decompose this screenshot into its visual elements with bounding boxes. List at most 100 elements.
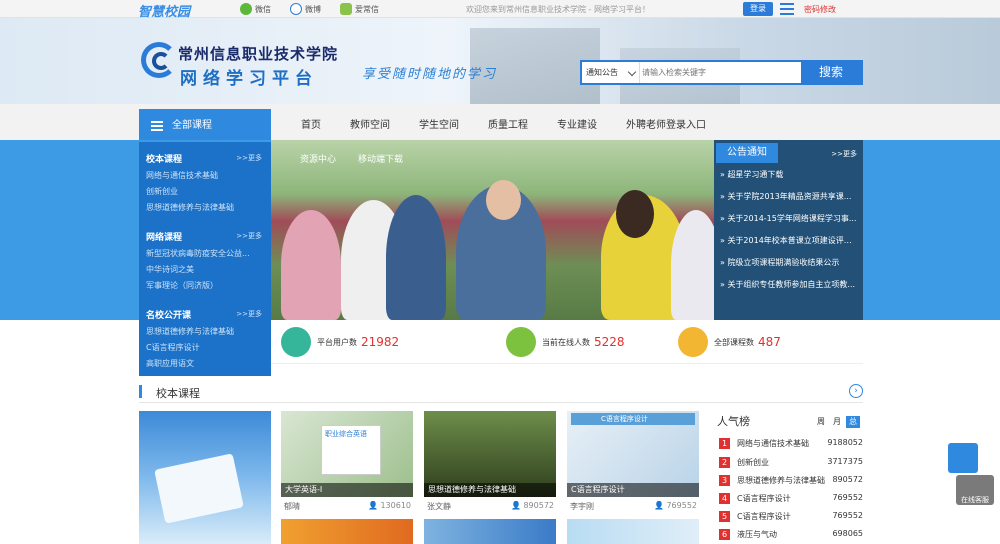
ranking-row[interactable]: 4 C语言程序设计 769552 — [719, 492, 863, 506]
notice-item[interactable]: » 院级立项课程期满验收结果公示 — [720, 257, 858, 268]
wechat-icon — [240, 3, 252, 15]
course-card[interactable]: C语言程序设计 C语言程序设计 李宇刚 👤 769552 — [567, 411, 699, 544]
chat-icon[interactable] — [948, 443, 978, 473]
sidebar-item[interactable]: 思想道德修养与法律基础 — [146, 202, 261, 213]
nav-student-space[interactable]: 学生空间 — [419, 116, 459, 131]
chevron-right-icon[interactable]: › — [849, 384, 863, 398]
sidebar-item[interactable]: 创新创业 — [146, 186, 261, 197]
slogan: 享受随时随地的学习 — [362, 67, 498, 82]
search-input[interactable] — [642, 64, 802, 81]
notice-header: 公告通知 >>更多 — [714, 143, 863, 163]
courses-icon — [678, 327, 708, 357]
course-cover-next[interactable] — [281, 519, 413, 544]
stat-courses: 全部课程数 487 — [678, 320, 781, 364]
hero-tabs: 资源中心 移动端下载 — [300, 152, 403, 165]
top-bar: 智慧校园 微信 微博 爱常信 欢迎您来到常州信息职业技术学院 - 网络学习平台！… — [0, 0, 1000, 20]
hero-photo[interactable] — [271, 140, 714, 320]
featured-tile-image — [154, 453, 244, 524]
sidebar-section-open-courses: 名校公开课 >>更多 思想道德修养与法律基础 C语言程序设计 高职应用语文 — [146, 308, 268, 369]
password-change-link[interactable]: 密码修改 — [804, 4, 836, 15]
search-category-select[interactable]: 通知公告 — [582, 62, 640, 83]
notice-item[interactable]: » 关于学院2013年精品资源共享课... — [720, 191, 858, 202]
school-emblem-inner — [152, 52, 170, 70]
sidebar-item[interactable]: 高职应用语文 — [146, 358, 261, 369]
notice-item[interactable]: » 超星学习通下载 — [720, 169, 858, 180]
hamburger-icon — [151, 121, 163, 131]
sidebar-more-link[interactable]: >>更多 — [236, 231, 262, 241]
sidebar-item[interactable]: C语言程序设计 — [146, 342, 261, 353]
course-view-count: 👤 769552 — [653, 501, 697, 510]
stat-online-value: 5228 — [594, 335, 625, 349]
notice-panel: 公告通知 >>更多 » 超星学习通下载 » 关于学院2013年精品资源共享课..… — [714, 140, 863, 320]
course-sidebar: 校本课程 >>更多 网络与通信技术基础 创新创业 思想道德修养与法律基础 网络课… — [139, 142, 271, 376]
course-teacher: 李宇刚 — [570, 502, 594, 511]
weibo-icon — [290, 3, 302, 15]
course-card[interactable]: 职业综合英语 大学英语-I 郁晴 👤 130610 — [281, 411, 413, 544]
sidebar-more-link[interactable]: >>更多 — [236, 153, 262, 163]
sidebar-item[interactable]: 思想道德修养与法律基础 — [146, 326, 261, 337]
featured-course-tile[interactable] — [139, 411, 271, 544]
course-name: C语言程序设计 — [567, 483, 699, 497]
ranking-tab-week[interactable]: 周 — [814, 416, 828, 428]
sidebar-section-online-courses: 网络课程 >>更多 新型冠状病毒防疫安全公益... 中华诗词之美 军事理论（同济… — [146, 230, 268, 291]
notice-item[interactable]: » 关于组织专任教师参加自主立项教... — [720, 279, 858, 290]
notice-title: 公告通知 — [716, 143, 778, 163]
sidebar-item[interactable]: 军事理论（同济版） — [146, 280, 261, 291]
course-view-count: 👤 890572 — [510, 501, 554, 510]
mobile-app-link[interactable]: 爱常信 — [340, 3, 379, 15]
users-icon — [281, 327, 311, 357]
course-teacher: 郁晴 — [284, 502, 300, 511]
nav-major-building[interactable]: 专业建设 — [557, 116, 597, 131]
stat-users: 平台用户数 21982 — [281, 320, 399, 364]
android-icon — [340, 3, 352, 15]
ranking-row[interactable]: 2 创新创业 3717375 — [719, 456, 863, 470]
sidebar-more-link[interactable]: >>更多 — [236, 309, 262, 319]
stat-users-value: 21982 — [361, 335, 400, 349]
ranking-row[interactable]: 3 思想道德修养与法律基础 890572 — [719, 474, 863, 488]
search-button[interactable]: 搜索 — [801, 62, 861, 83]
section-accent-bar — [139, 385, 142, 398]
weibo-link[interactable]: 微博 — [290, 3, 321, 15]
welcome-text: 欢迎您来到常州信息职业技术学院 - 网络学习平台！ — [466, 5, 650, 14]
notice-more-link[interactable]: >>更多 — [831, 149, 857, 159]
sidebar-section-school-courses: 校本课程 >>更多 网络与通信技术基础 创新创业 思想道德修养与法律基础 — [146, 152, 268, 213]
sidebar-item[interactable]: 网络与通信技术基础 — [146, 170, 261, 181]
stat-courses-value: 487 — [758, 335, 781, 349]
section-title: 校本课程 — [156, 387, 200, 400]
all-courses-button[interactable]: 全部课程 — [139, 109, 271, 142]
course-cover-next[interactable] — [424, 519, 556, 544]
ranking-row[interactable]: 6 液压与气动 698065 — [719, 528, 863, 542]
wechat-link[interactable]: 微信 — [240, 3, 271, 15]
online-icon — [506, 327, 536, 357]
course-view-count: 👤 130610 — [367, 501, 411, 510]
nav-quality-project[interactable]: 质量工程 — [488, 116, 528, 131]
stat-online: 当前在线人数 5228 — [506, 320, 625, 364]
school-name[interactable]: 常州信息职业技术学院 — [178, 43, 338, 64]
login-button[interactable]: 登录 — [743, 2, 773, 16]
ranking-title: 人气榜 — [717, 415, 750, 428]
platform-name: 网络学习平台 — [180, 69, 318, 89]
nav-teacher-space[interactable]: 教师空间 — [350, 116, 390, 131]
course-cover-next[interactable] — [567, 519, 699, 544]
popularity-ranking: 人气榜 周 月 总 1 网络与通信技术基础 9188052 2 创新创业 3717375… — [713, 411, 863, 544]
sidebar-item[interactable]: 新型冠状病毒防疫安全公益... — [146, 248, 261, 259]
school-courses-header: 校本课程 › — [139, 383, 863, 403]
online-support-button[interactable]: 在线客服 — [956, 475, 994, 505]
course-card[interactable]: 思想道德修养与法律基础 张文静 👤 890572 — [424, 411, 556, 544]
ranking-tab-month[interactable]: 月 — [830, 416, 844, 428]
nav-home[interactable]: 首页 — [301, 116, 321, 131]
search-bar: 通知公告 搜索 — [580, 60, 863, 85]
tab-mobile-download[interactable]: 移动端下载 — [358, 152, 403, 165]
sidebar-item[interactable]: 中华诗词之美 — [146, 264, 261, 275]
course-name: 思想道德修养与法律基础 — [424, 483, 556, 497]
ranking-row[interactable]: 1 网络与通信技术基础 9188052 — [719, 437, 863, 451]
chevron-down-icon — [627, 67, 637, 77]
notice-item[interactable]: » 关于2014-15学年网络课程学习事... — [720, 213, 858, 224]
course-cover-banner: C语言程序设计 — [571, 413, 695, 425]
menu-list-icon[interactable] — [780, 3, 794, 15]
tab-resource-center[interactable]: 资源中心 — [300, 152, 336, 165]
notice-item[interactable]: » 关于2014年校本普课立项建设评审... — [720, 235, 858, 246]
nav-external-teacher-login[interactable]: 外聘老师登录入口 — [626, 116, 706, 131]
ranking-row[interactable]: 5 C语言程序设计 769552 — [719, 510, 863, 524]
ranking-tab-total[interactable]: 总 — [846, 416, 860, 428]
